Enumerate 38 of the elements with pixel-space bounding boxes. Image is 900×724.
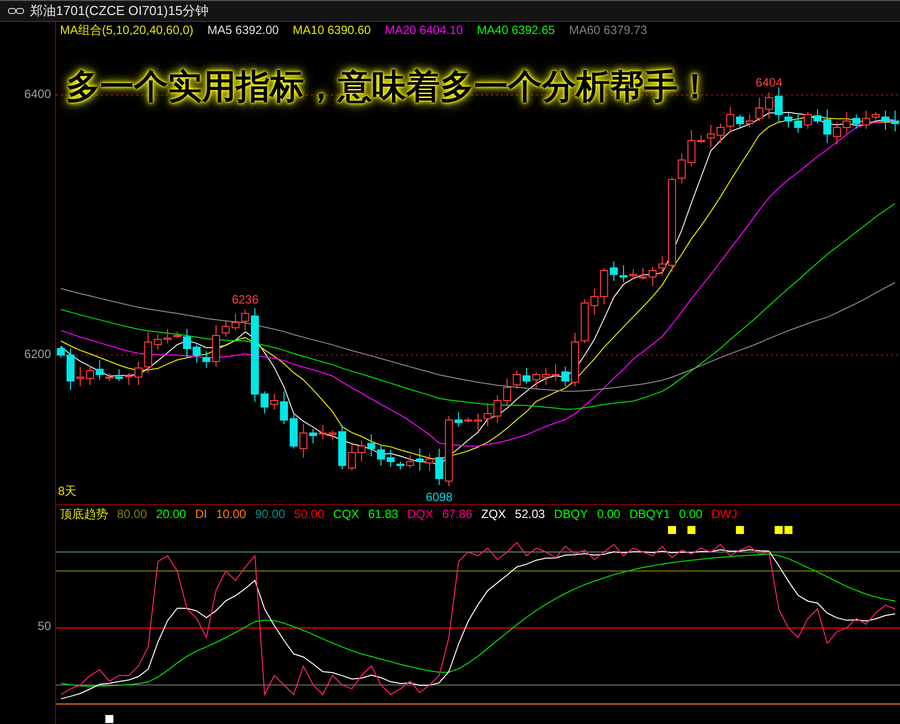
legend-item: 0.00 [596,507,620,521]
price-annotation: 6236 [232,292,259,306]
legend-item: 50.00 [294,507,324,521]
link-icon [8,7,24,15]
legend-item: MA组合(5,10,20,40,60,0) [60,22,194,38]
legend-item: ZQX [481,507,506,521]
legend-item: 80.00 [117,507,148,521]
legend-item: 0.00 [679,507,702,521]
legend-item: DBQY1 [629,507,670,521]
legend-item: MA60 6379.73 [568,23,648,37]
price-axis-label: 6200 [24,347,51,361]
legend-item: MA40 6392.65 [476,23,555,37]
legend-item: 61.83 [368,507,398,521]
legend-item: DWJ [711,507,738,521]
legend-item: DI [195,507,208,521]
legend-item: 52.03 [514,507,545,521]
legend-item: 90.00 [255,507,286,521]
signal-marker [105,715,114,723]
price-axis-label: 6400 [24,87,51,101]
legend-item: MA20 6404.10 [384,23,463,37]
legend-item: 67.86 [442,507,472,521]
legend-item: DQX [407,507,434,521]
banner-text: 多一个实用指标，意味着多一个分析帮手！ [66,64,712,110]
signal-marker [687,526,696,534]
legend-item: 顶底趋势 [60,506,108,522]
legend-item: MA5 6392.00 [207,23,279,37]
legend-item: 10.00 [216,507,246,521]
signal-marker [668,526,676,534]
price-annotation: 6404 [756,75,782,90]
period-label: 8天 [58,483,77,500]
window-title: 郑油1701(CZCE OI701)15分钟 [30,2,208,20]
legend-item: 20.00 [156,507,186,521]
signal-marker [736,526,744,534]
indicator-axis-label: 50 [38,619,51,633]
legend-item: MA10 6390.60 [292,23,371,37]
price-annotation: 6098 [426,490,453,504]
legend-item: CQX [333,507,360,521]
legend-item: DBQY [554,507,588,521]
